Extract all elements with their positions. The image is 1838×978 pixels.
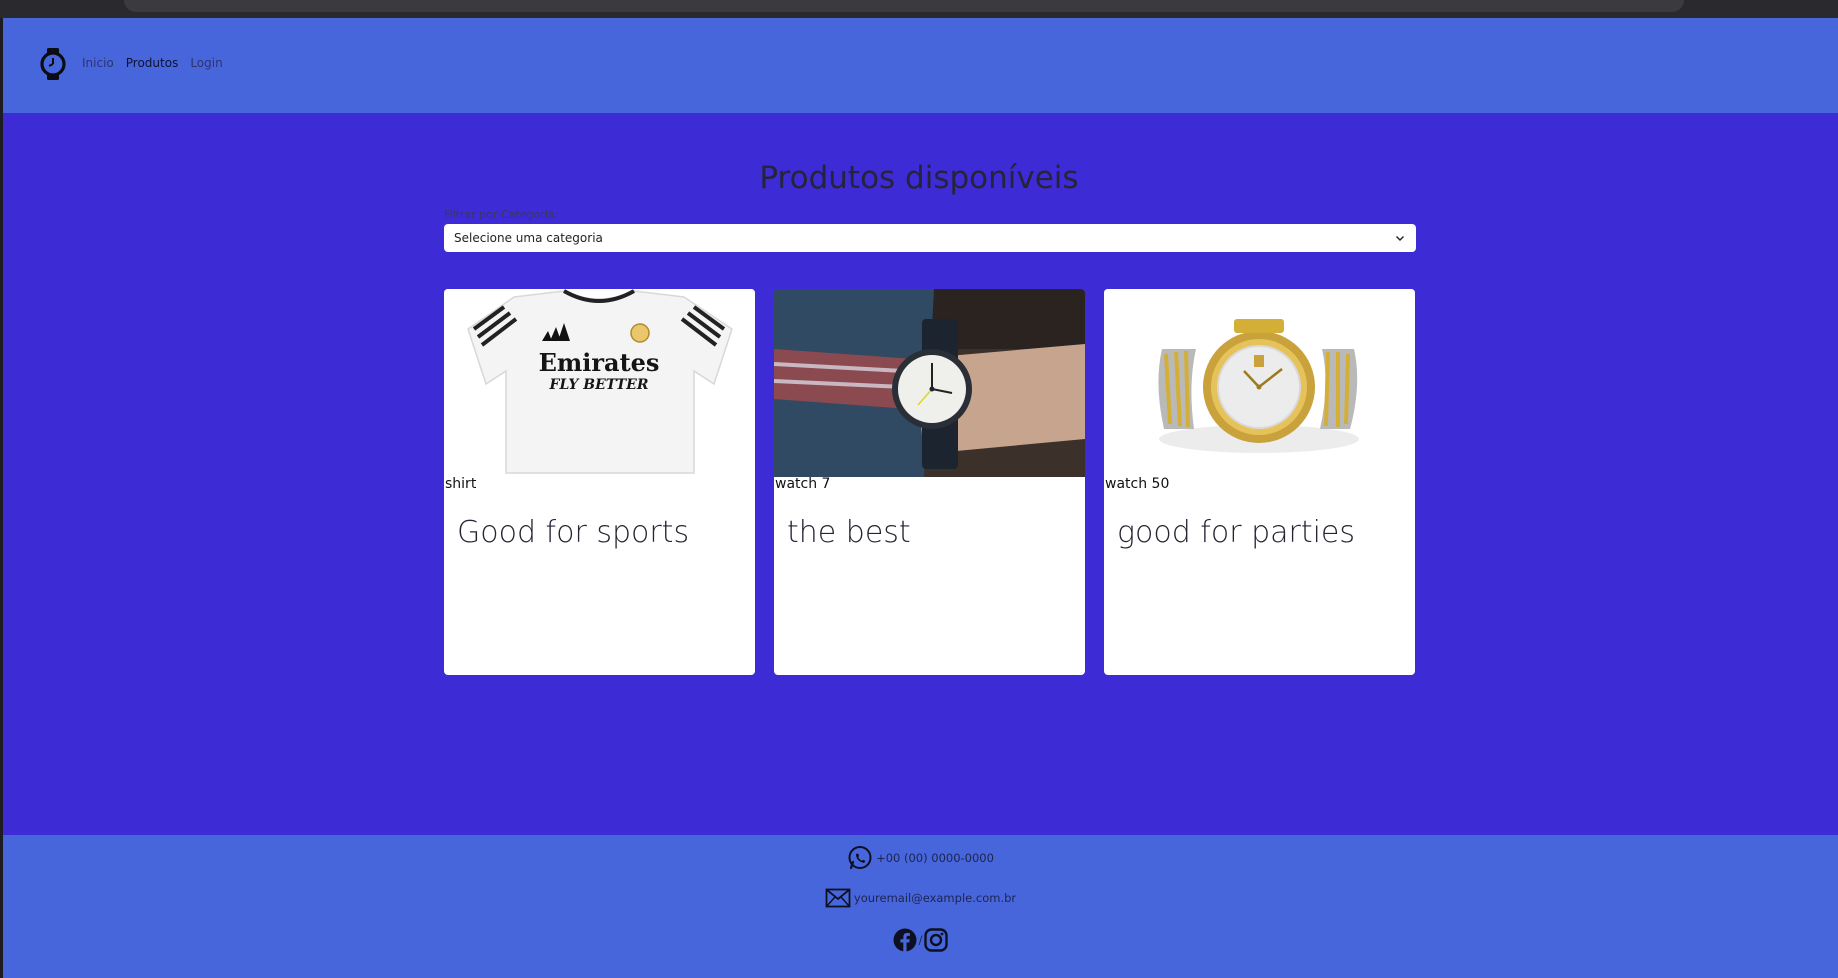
wrist-watch-image[interactable] [774, 289, 1085, 477]
category-select[interactable]: Selecione uma categoria [444, 224, 1416, 252]
site-header: Inicio Produtos Login [3, 18, 1838, 113]
product-description: good for parties [1117, 515, 1356, 550]
category-select-value: Selecione uma categoria [454, 231, 603, 245]
product-card[interactable]: watch 50 good for parties [1104, 289, 1415, 675]
instagram-icon[interactable] [924, 928, 949, 952]
main-nav: Inicio Produtos Login [82, 56, 223, 70]
page-title: Produtos disponíveis [759, 160, 1079, 196]
address-bar[interactable] [124, 0, 1684, 12]
whatsapp-icon[interactable] [847, 845, 873, 871]
product-name: shirt [445, 476, 477, 492]
chevron-down-icon [1396, 236, 1404, 241]
gold-watch-image[interactable] [1104, 289, 1415, 477]
svg-text:FLY BETTER: FLY BETTER [549, 377, 649, 393]
footer-social: / [3, 928, 1838, 952]
product-card[interactable]: watch 7 the best [774, 289, 1085, 675]
footer-email-text: youremail@example.com.br [853, 891, 1017, 905]
watch-icon[interactable] [36, 47, 70, 81]
browser-chrome [0, 0, 1838, 18]
facebook-icon[interactable] [893, 928, 917, 952]
footer-phone-text: +00 (00) 0000-0000 [876, 851, 994, 865]
filter-label: Filtrar por Categoria: [444, 208, 559, 221]
svg-text:Emirates: Emirates [539, 348, 660, 377]
nav-item-produtos[interactable]: Produtos [126, 56, 179, 70]
footer-email: youremail@example.com.br [3, 888, 1838, 908]
social-separator: / [918, 933, 923, 947]
footer-phone: +00 (00) 0000-0000 [3, 845, 1838, 871]
product-description: the best [787, 515, 911, 550]
product-description: Good for sports [457, 515, 690, 550]
shirt-image[interactable]: Emirates FLY BETTER [444, 289, 755, 477]
nav-item-inicio[interactable]: Inicio [82, 56, 114, 70]
product-name: watch 7 [775, 476, 831, 492]
nav-item-login[interactable]: Login [190, 56, 222, 70]
site-footer: +00 (00) 0000-0000 youremail@example.com… [3, 835, 1838, 978]
product-grid: Emirates FLY BETTER shirt Good for sport… [444, 289, 1415, 675]
product-name: watch 50 [1105, 476, 1170, 492]
product-card[interactable]: Emirates FLY BETTER shirt Good for sport… [444, 289, 755, 675]
mail-icon[interactable] [825, 888, 851, 908]
